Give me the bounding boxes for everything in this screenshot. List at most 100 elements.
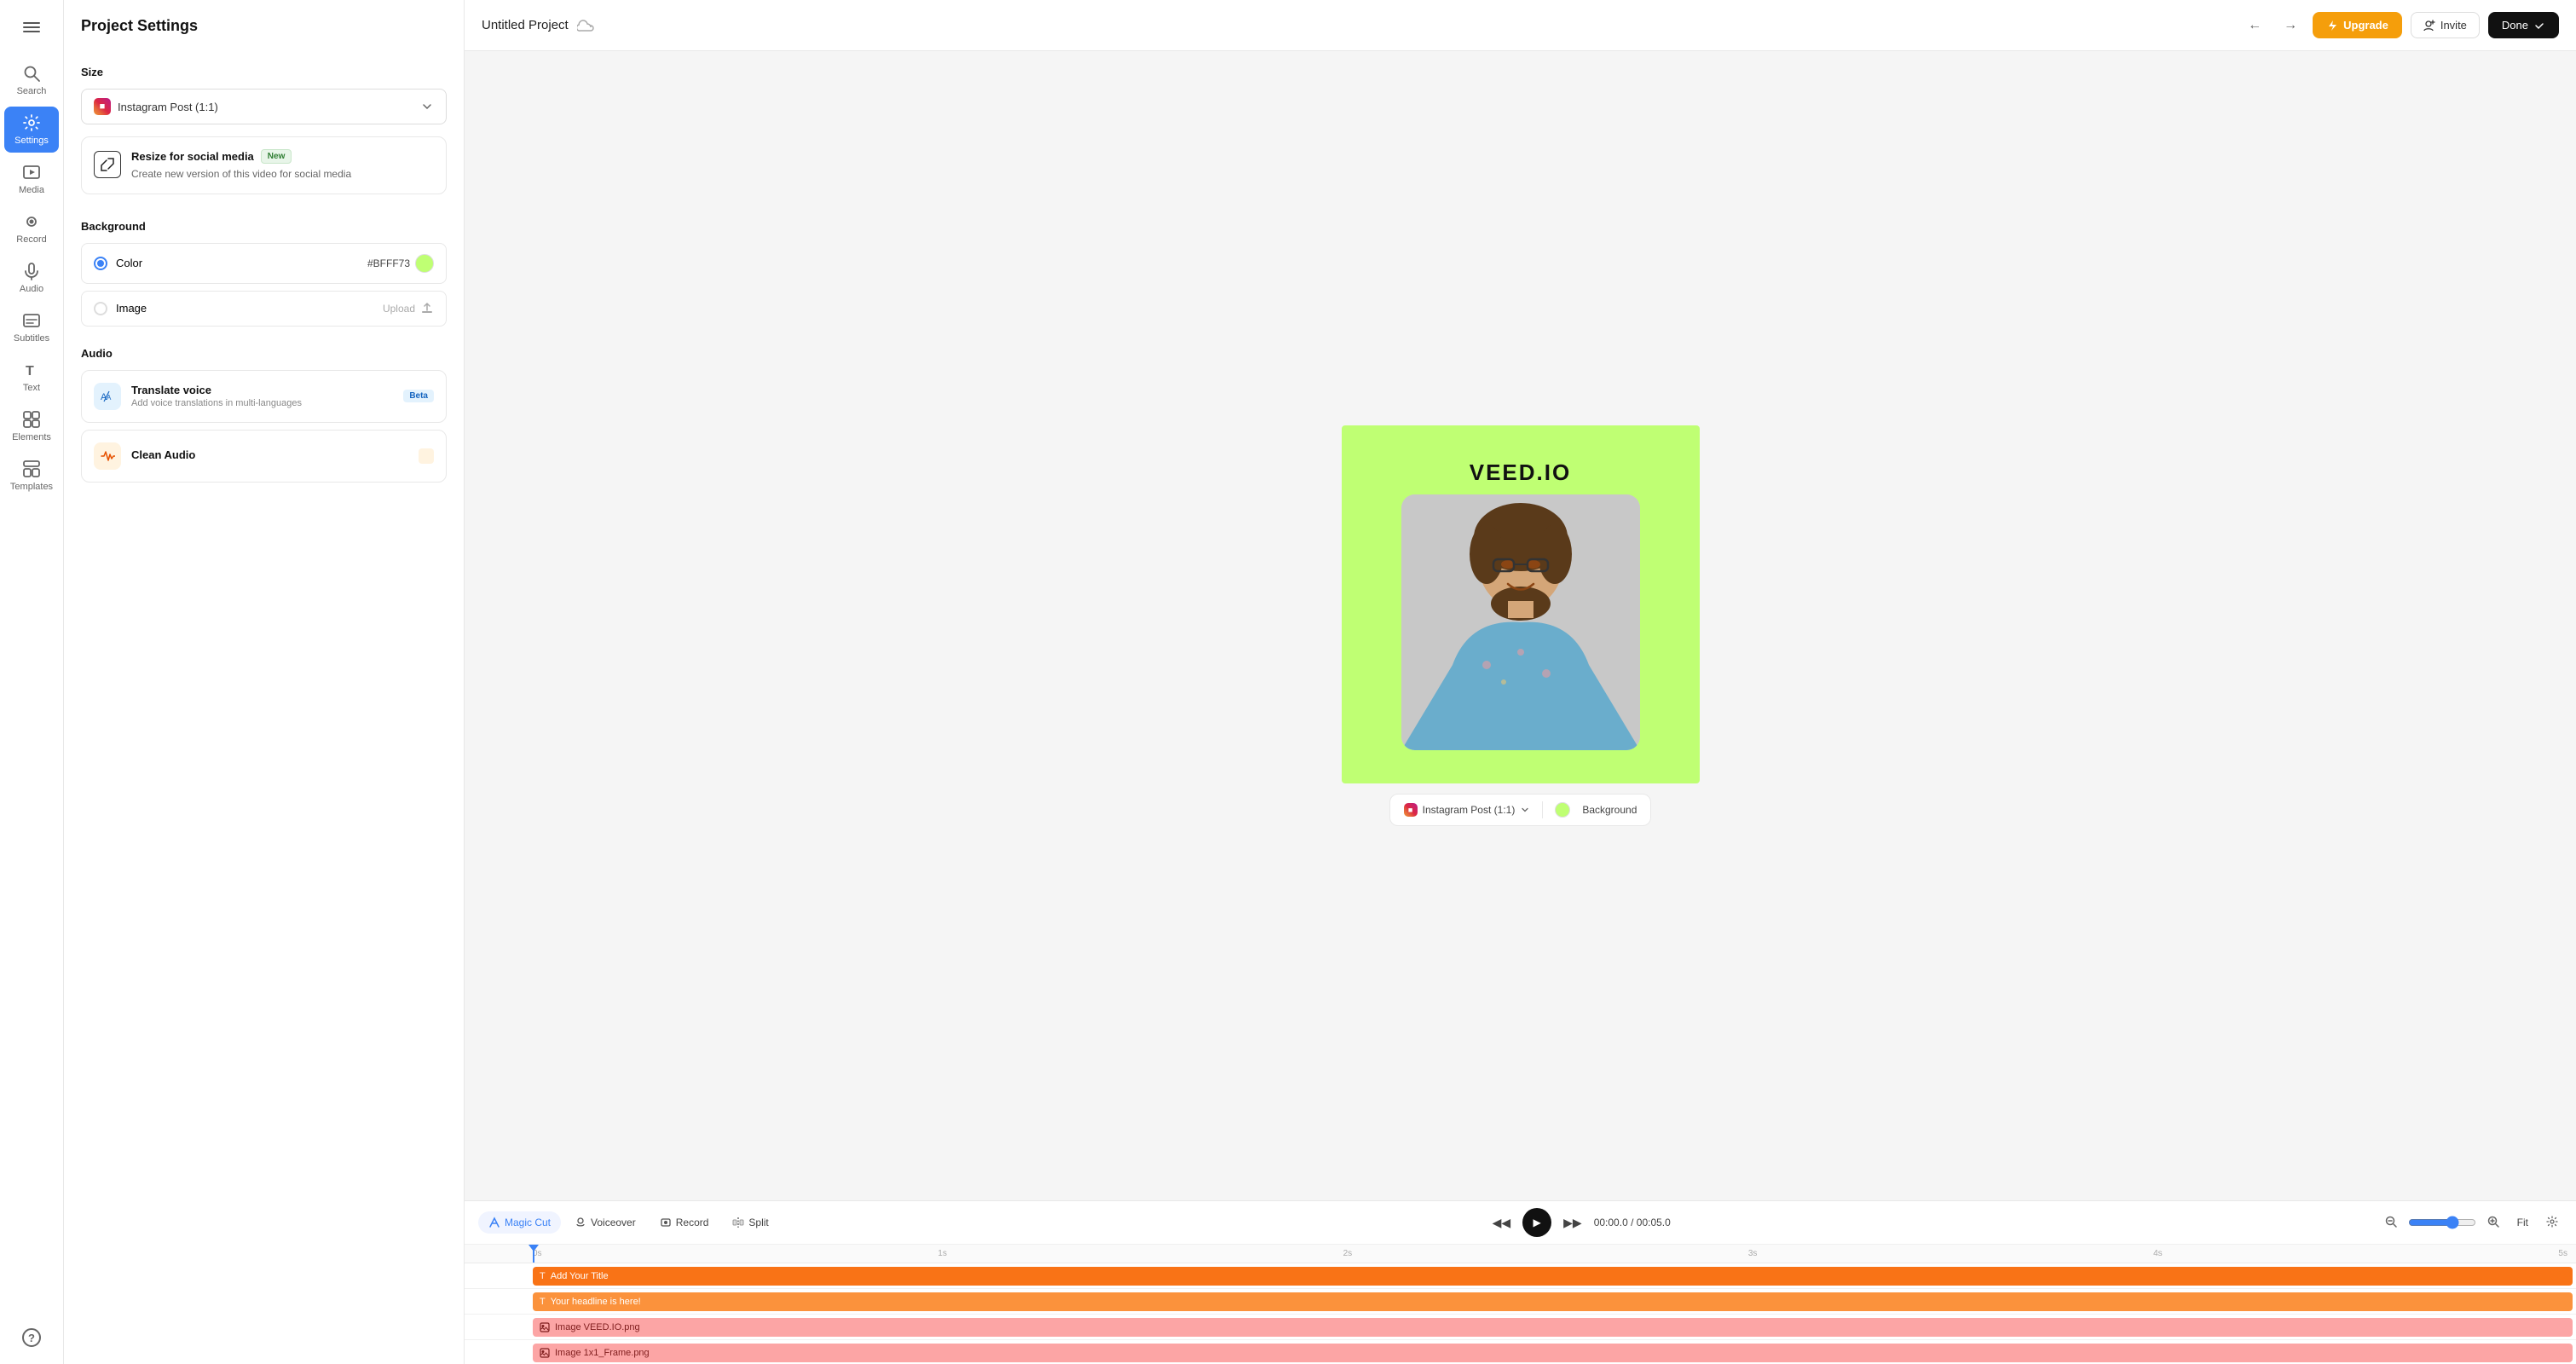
zoom-out-button[interactable] [2381, 1211, 2401, 1234]
canvas-area: VEED.IO [465, 51, 2576, 1200]
settings-panel: Project Settings Size ■ Instagram Post (… [64, 0, 465, 1364]
zoom-in-button[interactable] [2483, 1211, 2504, 1234]
playhead-head [528, 1245, 539, 1251]
split-icon [732, 1217, 744, 1228]
timeline-ruler: 0s 1s 2s 3s 4s 5s [465, 1245, 2576, 1263]
instagram-icon: ■ [94, 98, 111, 115]
ruler-marks: 0s 1s 2s 3s 4s 5s [533, 1249, 2576, 1258]
resize-card[interactable]: Resize for social media New Create new v… [81, 136, 447, 194]
track-image-2[interactable]: Image 1x1_Frame.png [533, 1344, 2573, 1362]
sidebar-item-settings-label: Settings [14, 136, 49, 146]
sidebar-item-help[interactable]: ? [4, 1321, 59, 1354]
canvas-bg-label[interactable]: Background [1582, 804, 1637, 816]
sidebar-item-text-label: Text [23, 383, 40, 393]
hamburger-button[interactable] [14, 10, 49, 47]
upgrade-button[interactable]: Upgrade [2313, 12, 2402, 38]
timeline-settings-button[interactable] [2542, 1211, 2562, 1234]
canvas-person[interactable] [1401, 494, 1640, 750]
clean-audio-card[interactable]: Clean Audio [81, 430, 447, 483]
zoom-in-icon [2486, 1215, 2500, 1228]
resize-card-content: Resize for social media New Create new v… [131, 149, 434, 182]
sidebar-item-search[interactable]: Search [4, 57, 59, 103]
redo-button[interactable]: → [2277, 13, 2304, 38]
chevron-down-icon [420, 100, 434, 113]
done-button[interactable]: Done [2488, 12, 2559, 38]
track-text-2[interactable]: T Your headline is here! [533, 1292, 2573, 1311]
track-text-icon-2: T [540, 1297, 546, 1307]
resize-card-title: Resize for social media New [131, 149, 434, 164]
zoom-out-icon [2384, 1215, 2398, 1228]
sidebar-item-templates-label: Templates [10, 482, 53, 492]
badge-clean-audio [419, 448, 434, 464]
track-title-3: Image VEED.IO.png [555, 1322, 640, 1332]
canvas-size-chevron-icon [1520, 805, 1530, 815]
sidebar-item-media[interactable]: Media [4, 156, 59, 202]
zoom-slider[interactable] [2408, 1216, 2476, 1229]
ruler-mark-1s: 1s [938, 1249, 947, 1258]
ruler-mark-2s: 2s [1343, 1249, 1353, 1258]
sidebar-item-templates[interactable]: Templates [4, 453, 59, 499]
bg-image-option[interactable]: Image Upload [81, 291, 447, 327]
svg-text:T: T [26, 364, 34, 379]
audio-section-label: Audio [81, 347, 447, 360]
undo-button[interactable]: ← [2241, 13, 2268, 38]
table-row: Image VEED.IO.png [465, 1315, 2576, 1340]
sidebar-item-audio[interactable]: Audio [4, 255, 59, 301]
bg-image-label: Image [116, 302, 147, 315]
cloud-save-icon[interactable] [577, 17, 594, 34]
canvas-frame[interactable]: VEED.IO [1342, 425, 1700, 783]
upload-label[interactable]: Upload [383, 303, 415, 315]
track-title-1: Add Your Title [551, 1271, 609, 1281]
fit-button[interactable]: Fit [2510, 1213, 2535, 1232]
translate-voice-card[interactable]: A A Translate voice Add voice translatio… [81, 370, 447, 423]
translate-voice-title: Translate voice [131, 384, 393, 396]
play-controls: ◀◀ ▶ ▶▶ 00:00.0 / 00:05.0 [1489, 1208, 1671, 1237]
track-text-icon-1: T [540, 1271, 546, 1281]
timeline-tracks: 0s 1s 2s 3s 4s 5s T Add Your Title [465, 1245, 2576, 1364]
sidebar-item-elements[interactable]: Elements [4, 403, 59, 449]
canvas-size-label: Instagram Post (1:1) [1423, 804, 1516, 816]
zoom-slider-wrapper [2408, 1216, 2476, 1229]
bg-color-option[interactable]: Color #BFFF73 [81, 243, 447, 284]
sidebar-item-search-label: Search [17, 86, 47, 96]
timeline-right-controls: Fit [2381, 1211, 2562, 1234]
split-button[interactable]: Split [722, 1211, 778, 1234]
playhead[interactable] [533, 1245, 534, 1263]
table-row: Image 1x1_Frame.png [465, 1340, 2576, 1364]
magic-cut-button[interactable]: Magic Cut [478, 1211, 561, 1234]
translate-voice-desc: Add voice translations in multi-language… [131, 398, 393, 408]
canvas-size-selector[interactable]: ■ Instagram Post (1:1) [1404, 803, 1531, 817]
upload-icon [420, 302, 434, 315]
sidebar-item-subtitles[interactable]: Subtitles [4, 304, 59, 350]
track-title-4: Image 1x1_Frame.png [555, 1348, 650, 1358]
size-section-label: Size [81, 66, 447, 78]
timeline-record-icon [660, 1217, 672, 1228]
timeline-record-button[interactable]: Record [650, 1211, 719, 1234]
upgrade-lightning-icon [2326, 20, 2338, 32]
project-title[interactable]: Untitled Project [482, 18, 569, 32]
sidebar-item-text[interactable]: T Text [4, 354, 59, 400]
canvas-bg-color[interactable] [1555, 802, 1570, 818]
track-image-1[interactable]: Image VEED.IO.png [533, 1318, 2573, 1337]
timeline-toolbar: Magic Cut Voiceover Record [465, 1201, 2576, 1245]
color-swatch[interactable] [415, 254, 434, 273]
clean-audio-icon [94, 442, 121, 470]
canvas-bottom-bar: ■ Instagram Post (1:1) Background [1389, 794, 1652, 826]
translate-voice-icon: A A [94, 383, 121, 410]
upload-area: Upload [383, 302, 434, 315]
voiceover-button[interactable]: Voiceover [564, 1211, 646, 1234]
sidebar-item-record[interactable]: Record [4, 205, 59, 251]
rewind-button[interactable]: ◀◀ [1489, 1212, 1515, 1234]
fast-forward-button[interactable]: ▶▶ [1560, 1212, 1585, 1234]
badge-new: New [261, 149, 292, 164]
play-button[interactable]: ▶ [1522, 1208, 1551, 1237]
size-dropdown[interactable]: ■ Instagram Post (1:1) [81, 89, 447, 124]
track-text-1[interactable]: T Add Your Title [533, 1267, 2573, 1286]
image-track-icon-2 [540, 1348, 550, 1358]
header-right: ← → Upgrade Invite Done [2241, 12, 2559, 38]
sidebar-item-settings[interactable]: Settings [4, 107, 59, 153]
color-value: #BFFF73 [367, 254, 434, 273]
ruler-mark-3s: 3s [1748, 1249, 1758, 1258]
invite-button[interactable]: Invite [2411, 12, 2480, 38]
clean-audio-title: Clean Audio [131, 448, 408, 461]
